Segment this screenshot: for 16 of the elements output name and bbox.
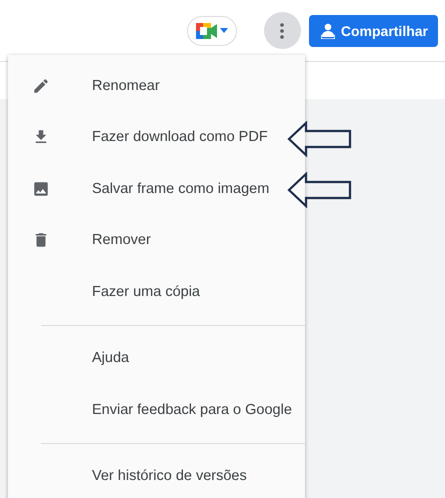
more-vertical-icon (280, 22, 284, 38)
menu-item[interactable]: Remover (8, 214, 305, 266)
menu-item[interactable]: Ajuda (8, 332, 305, 384)
video-camera-icon (196, 22, 218, 38)
meet-button[interactable] (186, 16, 237, 46)
menu-item[interactable]: Salvar frame como imagem (8, 163, 305, 214)
menu-item[interactable]: Fazer download como PDF (8, 112, 305, 163)
menu-item[interactable]: Ver histórico de versões (8, 450, 305, 498)
menu-item[interactable]: Fazer uma cópia (8, 266, 305, 318)
image-icon (32, 180, 50, 198)
person-icon (320, 22, 335, 38)
share-button[interactable]: Compartilhar (308, 14, 438, 46)
menu-item[interactable]: Renomear (8, 60, 305, 112)
menu-item[interactable]: Enviar feedback para o Google (8, 384, 305, 436)
pencil-icon (32, 76, 50, 95)
more-options-button[interactable] (264, 12, 301, 49)
